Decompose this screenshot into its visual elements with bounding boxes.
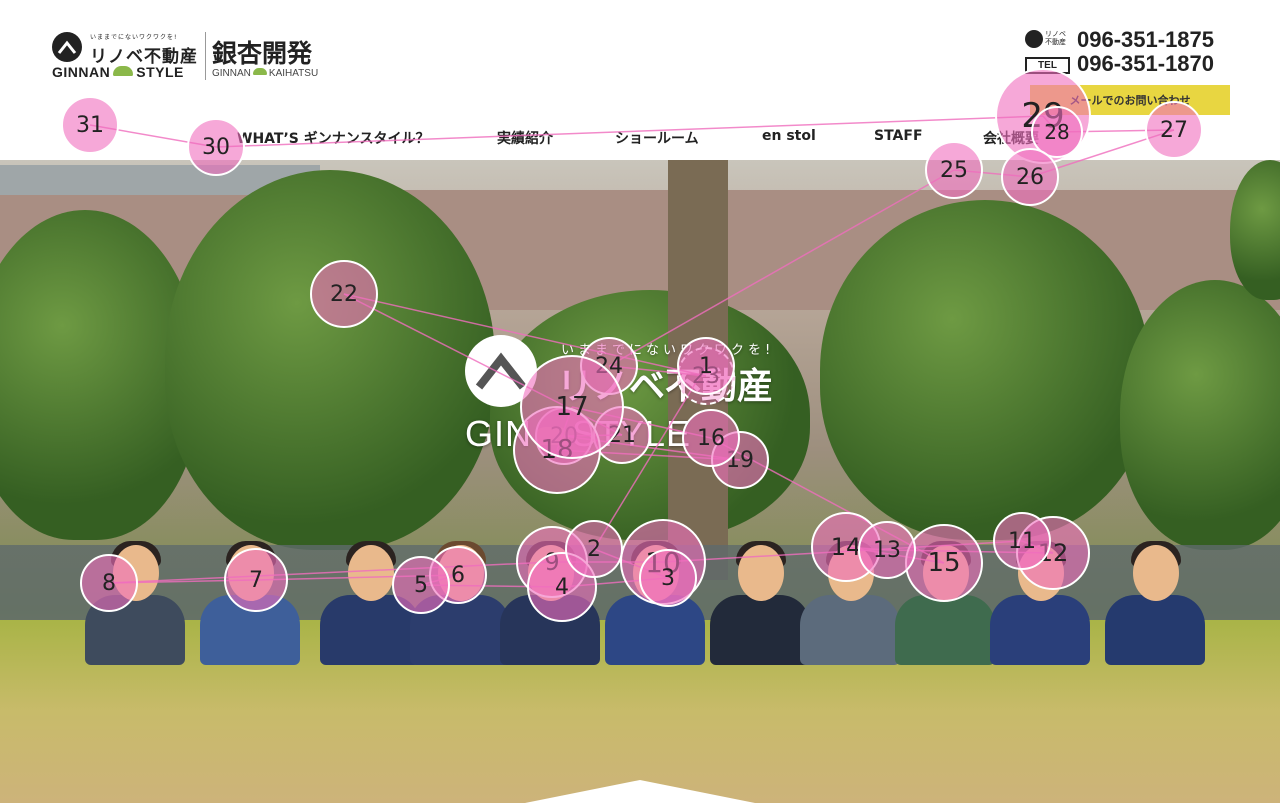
hero-sub-right: STYLE xyxy=(572,413,692,454)
contact-block: リノベ 不動産 096-351-1875 TEL 096-351-1870 xyxy=(1025,28,1225,76)
scroll-notch xyxy=(525,780,755,803)
logo-tagline: いままでにないワクワクを! xyxy=(90,34,178,41)
staff-person xyxy=(710,541,810,665)
staff-person xyxy=(320,541,420,665)
nav-item-staff[interactable]: STAFF xyxy=(874,128,923,144)
staff-person xyxy=(1105,541,1205,665)
staff-person xyxy=(605,541,705,665)
kaihatsu-sub: GINNAN KAIHATSU xyxy=(212,68,318,79)
house-mark-icon xyxy=(465,335,537,407)
hero-tagline: いままでにないワクワクを! xyxy=(561,343,775,358)
site-header: いままでにないワクワクを! リノベ不動産 GINNAN STYLE 銀杏開発 GI… xyxy=(0,0,1280,160)
hero-sub-left: GIN xyxy=(465,413,533,454)
logo-sub-left: GINNAN xyxy=(52,64,111,80)
phone-row-tel[interactable]: TEL 096-351-1870 xyxy=(1025,52,1225,76)
hero-image: いままでにないワクワクを! リノベ不動産 GIN STYLE xyxy=(0,160,1280,803)
house-logo-icon xyxy=(52,32,82,62)
house-logo-icon xyxy=(1025,30,1043,48)
hero-brand-sub: GIN STYLE xyxy=(465,413,691,455)
phone-number-1[interactable]: 096-351-1875 xyxy=(1077,28,1214,52)
phone-row-renovation[interactable]: リノベ 不動産 096-351-1875 xyxy=(1025,28,1225,52)
staff-person xyxy=(895,541,995,665)
ginkgo-leaf-icon xyxy=(535,427,570,445)
staff-person xyxy=(500,541,600,665)
page: いままでにないワクワクを! リノベ不動産 GIN STYLE いままでにないワクワ… xyxy=(0,0,1280,803)
logo-sub: GINNAN STYLE xyxy=(52,64,184,80)
ginkgo-leaf-icon xyxy=(113,66,134,76)
nav-item-showroom[interactable]: ショールーム xyxy=(615,128,699,148)
kaihatsu-sub-left: GINNAN xyxy=(212,68,251,79)
nav-item-en-stol[interactable]: en stol xyxy=(762,128,816,144)
staff-person xyxy=(85,541,185,665)
nav-item-company[interactable]: 会社概要 xyxy=(983,128,1039,148)
ginkgo-leaf-icon xyxy=(252,68,267,75)
tree-right xyxy=(1120,280,1280,550)
main-nav: WHAT’S ギンナンスタイル？ 実績紹介 ショールーム en stol STA… xyxy=(0,128,1280,152)
kaihatsu-sub-right: KAIHATSU xyxy=(268,68,319,79)
tree-center-left xyxy=(165,170,495,550)
logo-divider xyxy=(205,32,206,80)
hero-brand-name: リノベ不動産 xyxy=(557,366,774,407)
mail-inquiry-button[interactable]: メールでのお問い合わせ xyxy=(1030,85,1230,115)
tree-center-right xyxy=(820,200,1150,540)
staff-person xyxy=(200,541,300,665)
kaihatsu-name: 銀杏開発 xyxy=(212,39,313,68)
phone-number-2[interactable]: 096-351-1870 xyxy=(1077,52,1214,76)
phone-label: リノベ 不動産 xyxy=(1045,30,1066,46)
logo-sub-right: STYLE xyxy=(136,64,184,80)
staff-person xyxy=(800,541,900,665)
hero-logo: いままでにないワクワクを! リノベ不動産 GIN STYLE xyxy=(465,335,815,455)
tel-badge: TEL xyxy=(1025,57,1070,74)
staff-person xyxy=(410,541,510,665)
nav-item-whats[interactable]: WHAT’S ギンナンスタイル？ xyxy=(237,128,429,148)
nav-item-works[interactable]: 実績紹介 xyxy=(497,128,553,148)
staff-person xyxy=(990,541,1090,665)
